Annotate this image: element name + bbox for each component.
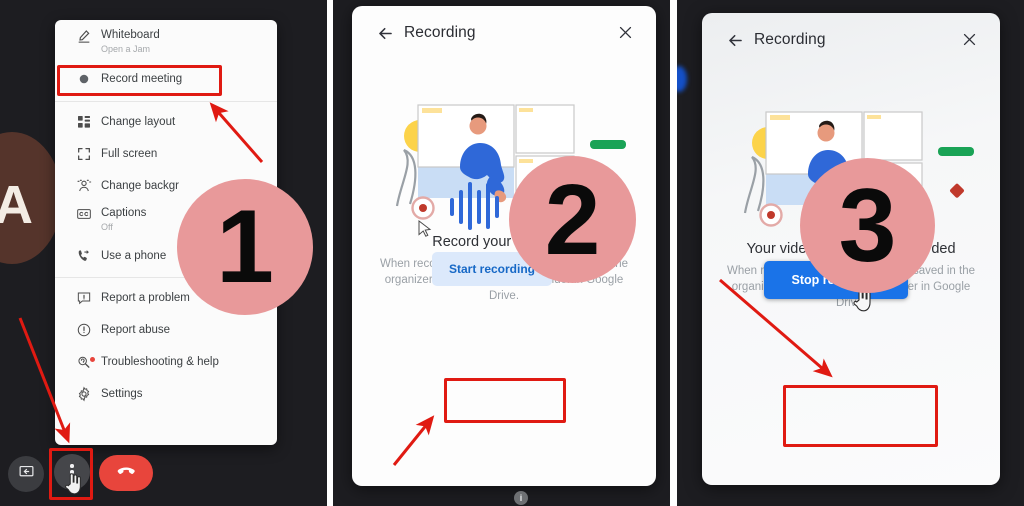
back-arrow-icon[interactable] (376, 24, 395, 48)
phone-forward-icon (67, 248, 101, 264)
mouse-pointer-icon (418, 219, 432, 238)
hand-cursor-icon (62, 470, 84, 496)
dialog-header: Recording (702, 13, 1000, 69)
gear-icon (67, 386, 101, 402)
grid-layout-icon (67, 114, 101, 130)
menu-item-whiteboard[interactable]: Whiteboard Open a Jam (55, 24, 277, 62)
panel-step-3-stop-recording: Recording Your video When saved in the o… (677, 0, 1024, 506)
menu-item-label: Full screen (101, 148, 158, 160)
present-screen-icon (18, 463, 35, 485)
menu-item-label: Use a phone (101, 250, 167, 262)
step-badge-2: 2 (509, 156, 636, 283)
hangup-button[interactable] (99, 455, 153, 491)
report-abuse-icon (67, 322, 101, 338)
menu-item-full-screen[interactable]: Full screen (55, 138, 277, 170)
closed-caption-icon (67, 206, 101, 222)
dialog-title: Recording (754, 31, 826, 48)
menu-item-label: Whiteboard (101, 29, 160, 41)
decorative-blue-dot (677, 66, 687, 92)
report-problem-icon (67, 290, 101, 306)
three-step-tutorial-strip: A Whiteboard Open a Jam Record meeting C… (0, 0, 1024, 506)
panel-step-1-meet-menu: A Whiteboard Open a Jam Record meeting C… (0, 0, 327, 506)
panel-divider (670, 0, 677, 506)
menu-item-record-meeting[interactable]: Record meeting (55, 62, 277, 96)
menu-item-label: Troubleshooting & help (101, 356, 219, 368)
info-icon[interactable]: i (514, 491, 528, 505)
back-arrow-icon[interactable] (726, 31, 745, 55)
dialog-title: Recording (404, 24, 476, 41)
menu-item-label: Settings (101, 388, 143, 400)
step-badge-1: 1 (177, 179, 313, 315)
menu-item-report-abuse[interactable]: Report abuse (55, 314, 277, 346)
menu-item-label: Report abuse (101, 324, 171, 336)
troubleshooting-icon (67, 354, 101, 370)
panel-step-2-start-recording: Recording Record your video call When th… (333, 0, 670, 506)
menu-item-label: Change backgr (101, 180, 179, 192)
menu-item-sublabel: Open a Jam (101, 44, 151, 54)
menu-item-label: Captions (101, 207, 147, 219)
present-screen-button[interactable] (8, 456, 44, 492)
record-dot-icon (67, 71, 101, 87)
menu-divider (55, 101, 277, 102)
menu-item-sublabel: Off (101, 222, 113, 232)
menu-item-label: Record meeting (101, 73, 183, 85)
person-blur-icon (67, 178, 101, 194)
menu-item-troubleshooting[interactable]: Troubleshooting & help (55, 346, 277, 378)
menu-item-change-layout[interactable]: Change layout (55, 106, 277, 138)
hangup-phone-icon (115, 460, 137, 487)
menu-item-label: Change layout (101, 116, 176, 128)
close-icon[interactable] (961, 31, 978, 53)
menu-item-settings[interactable]: Settings (55, 378, 277, 410)
close-icon[interactable] (617, 24, 634, 46)
fullscreen-icon (67, 146, 101, 162)
dialog-header: Recording (352, 6, 656, 62)
avatar-letter: A (0, 175, 33, 235)
menu-item-label: Report a problem (101, 292, 190, 304)
step-badge-3: 3 (800, 158, 935, 293)
pencil-icon (67, 28, 101, 44)
